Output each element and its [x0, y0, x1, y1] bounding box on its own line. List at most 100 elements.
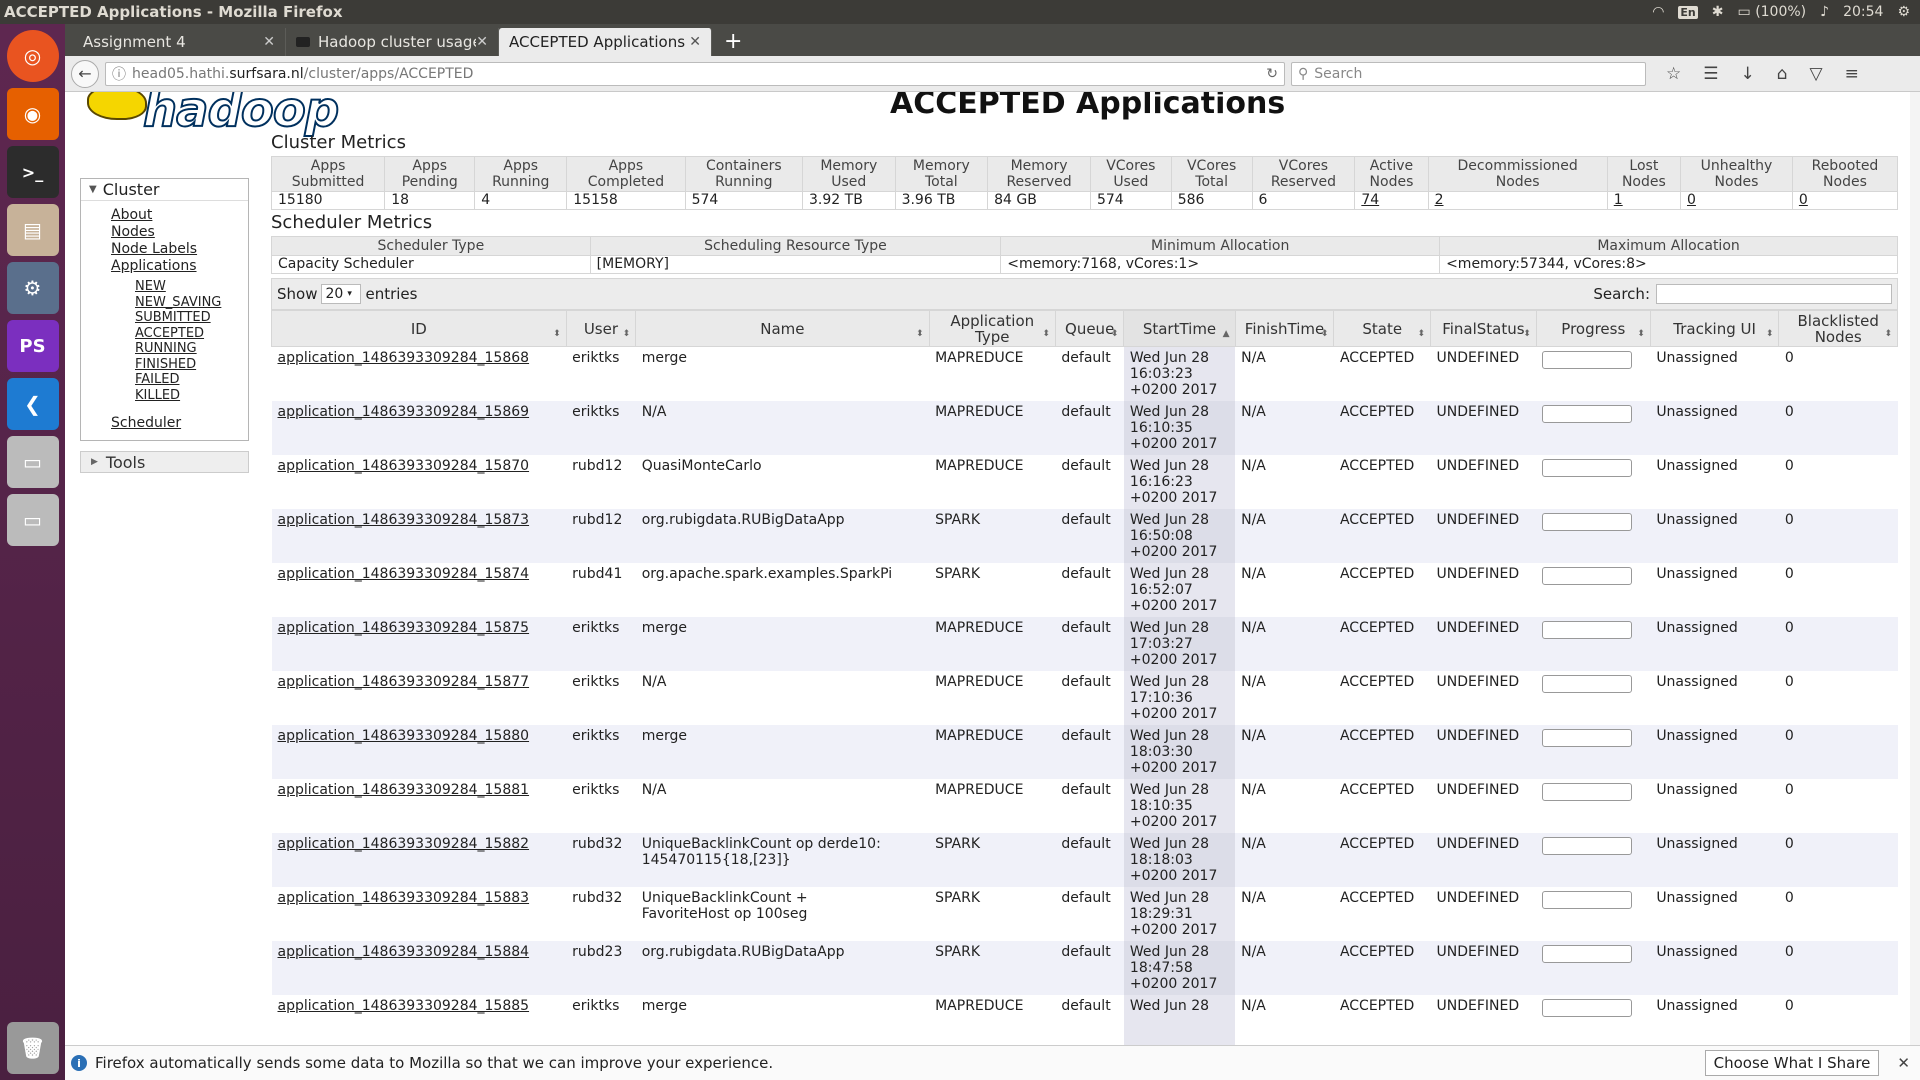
page-scrollbar[interactable]: [1910, 92, 1920, 1045]
keyboard-layout-indicator[interactable]: En: [1678, 5, 1698, 19]
cluster-nav-header[interactable]: ▼ Cluster: [81, 179, 248, 201]
pocket-icon[interactable]: ▽: [1810, 64, 1823, 84]
app-id-link[interactable]: application_1486393309284_15881: [278, 782, 530, 798]
nav-state-accepted[interactable]: ACCEPTED: [135, 326, 248, 342]
column-header[interactable]: Name ⬍: [635, 310, 930, 347]
site-info-icon[interactable]: ⓘ: [112, 64, 126, 84]
reload-icon[interactable]: ↻: [1266, 66, 1278, 82]
close-notification-icon[interactable]: ✕: [1887, 1054, 1920, 1072]
start-time-cell: Wed Jun 28: [1123, 994, 1236, 1045]
close-tab-icon[interactable]: ✕: [263, 34, 275, 50]
nav-state-killed[interactable]: KILLED: [135, 388, 248, 404]
app-id-link[interactable]: application_1486393309284_15869: [278, 404, 530, 420]
app-id-link[interactable]: application_1486393309284_15875: [278, 620, 530, 636]
reading-list-icon[interactable]: ☰: [1703, 64, 1718, 84]
nav-nodes[interactable]: Nodes: [111, 224, 248, 241]
search-bar[interactable]: ⚲ Search: [1291, 61, 1646, 86]
tab-hadoop-usage[interactable]: Hadoop cluster usage ✕: [286, 28, 499, 56]
table-row: application_1486393309284_15884 rubd23 org…: [271, 940, 1898, 995]
wifi-icon[interactable]: ◠: [1652, 4, 1664, 20]
settings-gear-icon[interactable]: ⚙: [1897, 4, 1910, 20]
firefox-icon[interactable]: ◉: [6, 88, 59, 140]
app-id-link[interactable]: application_1486393309284_15884: [278, 944, 530, 960]
node-count-link[interactable]: 0: [1799, 192, 1808, 208]
app-id-link[interactable]: application_1486393309284_15870: [278, 458, 530, 474]
clock[interactable]: 20:54: [1843, 4, 1883, 20]
start-time-line: +0200 2017: [1129, 651, 1218, 668]
node-count-link[interactable]: 0: [1687, 192, 1696, 208]
nav-applications[interactable]: Applications: [111, 258, 248, 275]
phpstorm-icon[interactable]: PS: [6, 320, 59, 372]
menu-icon[interactable]: ≡: [1845, 64, 1859, 84]
nav-state-running[interactable]: RUNNING: [135, 341, 248, 357]
close-tab-icon[interactable]: ✕: [689, 34, 701, 50]
app-id-link[interactable]: application_1486393309284_15880: [278, 728, 530, 744]
start-time-line: 18:47:58: [1129, 959, 1193, 976]
app-id-link[interactable]: application_1486393309284_15874: [278, 566, 530, 582]
nav-node-labels[interactable]: Node Labels: [111, 241, 248, 258]
search-placeholder: Search: [1314, 65, 1363, 82]
app-id-link[interactable]: application_1486393309284_15882: [278, 836, 530, 852]
column-header[interactable]: Blacklisted Nodes ⬍: [1778, 310, 1898, 347]
scheduler-metrics-title: Scheduler Metrics: [271, 212, 433, 233]
header-line: Nodes: [1621, 174, 1666, 190]
column-header[interactable]: Tracking UI ⬍: [1649, 310, 1780, 347]
system-settings-icon[interactable]: ⚙: [6, 262, 59, 314]
tools-nav-header[interactable]: ▶ Tools: [80, 451, 249, 473]
home-icon[interactable]: ⌂: [1777, 64, 1788, 84]
column-header[interactable]: User ⬍: [565, 310, 637, 347]
hadoop-logo[interactable]: hadoop: [87, 92, 377, 139]
column-header[interactable]: FinalStatus ⬍: [1429, 310, 1537, 347]
info-icon: i: [71, 1055, 87, 1071]
nav-state-new-saving[interactable]: NEW_SAVING: [135, 295, 248, 311]
battery-indicator[interactable]: ▭ (100%): [1738, 4, 1807, 20]
entries-select[interactable]: 20 ▾: [321, 284, 362, 304]
app-id-link[interactable]: application_1486393309284_15873: [278, 512, 530, 528]
start-time-cell: Wed Jun 28 18:03:30 +0200 2017: [1123, 724, 1236, 779]
column-header[interactable]: Application Type ⬍: [928, 310, 1056, 347]
column-header[interactable]: Queue ⬍: [1054, 310, 1125, 347]
node-count-link[interactable]: 1: [1614, 192, 1623, 208]
column-header[interactable]: Progress ⬍: [1535, 310, 1651, 347]
node-count-link[interactable]: 74: [1361, 192, 1379, 208]
tab-assignment[interactable]: Assignment 4 ✕: [73, 28, 286, 56]
terminal-icon[interactable]: >_: [6, 146, 59, 198]
drive-icon-2[interactable]: ▭: [6, 494, 59, 546]
column-header[interactable]: ID ⬍: [271, 310, 567, 347]
table-search-input[interactable]: [1656, 284, 1892, 304]
nav-state-failed[interactable]: FAILED: [135, 372, 248, 388]
nav-about[interactable]: About: [111, 207, 248, 224]
vscode-icon[interactable]: ❮: [6, 378, 59, 430]
app-id-link[interactable]: application_1486393309284_15885: [278, 998, 530, 1014]
drive-icon[interactable]: ▭: [6, 436, 59, 488]
files-icon[interactable]: ▤: [6, 204, 59, 256]
node-count-link[interactable]: 2: [1435, 192, 1444, 208]
back-button[interactable]: ←: [71, 59, 99, 88]
column-header-label: Progress: [1561, 319, 1626, 338]
app-id-link[interactable]: application_1486393309284_15868: [278, 350, 530, 366]
nav-state-new[interactable]: NEW: [135, 279, 248, 295]
finish-time-cell: N/A: [1235, 832, 1334, 887]
choose-what-i-share-button[interactable]: Choose What I Share: [1704, 1050, 1880, 1076]
nav-scheduler[interactable]: Scheduler: [111, 415, 248, 432]
new-tab-button[interactable]: +: [712, 29, 754, 56]
close-tab-icon[interactable]: ✕: [476, 34, 488, 50]
column-header[interactable]: State ⬍: [1333, 310, 1431, 347]
bookmark-star-icon[interactable]: ☆: [1666, 64, 1681, 84]
nav-state-finished[interactable]: FINISHED: [135, 357, 248, 373]
tab-accepted-applications[interactable]: ACCEPTED Applications ✕: [499, 28, 712, 56]
cluster-metric-header: VCores Reserved: [1251, 156, 1356, 192]
trash-icon[interactable]: 🗑: [6, 1022, 59, 1074]
app-id-link[interactable]: application_1486393309284_15883: [278, 890, 530, 906]
sort-icon: ⬍: [916, 329, 924, 339]
app-id-link[interactable]: application_1486393309284_15877: [278, 674, 530, 690]
column-header[interactable]: StartTime ▲: [1123, 310, 1236, 347]
volume-icon[interactable]: ♪: [1820, 4, 1829, 20]
url-bar[interactable]: ⓘ head05.hathi. surfsara.nl/cluster/apps/…: [105, 61, 1285, 86]
nav-state-submitted[interactable]: SUBMITTED: [135, 310, 248, 326]
bluetooth-icon[interactable]: ✱: [1712, 4, 1724, 20]
ubuntu-dash-icon[interactable]: ◎: [6, 30, 59, 82]
downloads-icon[interactable]: ↓: [1741, 64, 1755, 84]
column-header[interactable]: FinishTime ⬍: [1234, 310, 1335, 347]
header-line: VCores: [1106, 158, 1156, 174]
